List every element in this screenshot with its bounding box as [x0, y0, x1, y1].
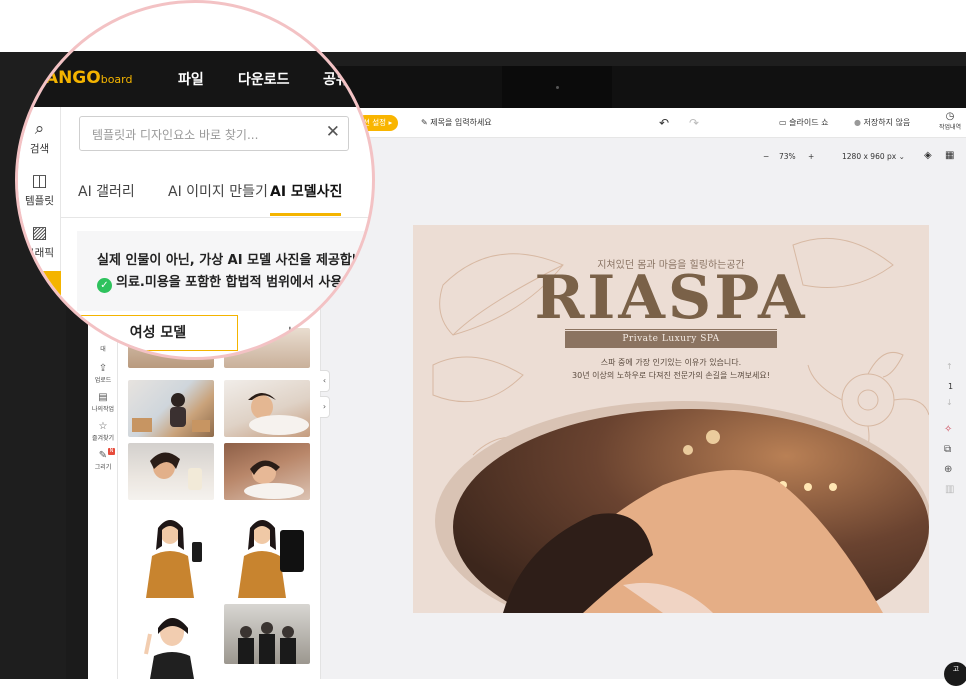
panel-tabs: AI 갤러리 AI 이미지 만들기 AI 모델사진 — [61, 161, 372, 218]
history-button[interactable]: ◷ 작업내역 — [939, 112, 961, 138]
design-canvas[interactable]: 지쳐있던 몸과 마음을 힐링하는공간 RIASPA Private Luxury… — [413, 225, 929, 613]
tab-ai-image[interactable]: AI 이미지 만들기 — [168, 181, 268, 201]
model-photo-thumbnail[interactable] — [128, 443, 214, 500]
model-photo-thumbnail[interactable] — [224, 443, 310, 500]
panel-expand-handle[interactable]: › — [320, 396, 330, 418]
model-photo-thumbnail[interactable] — [128, 380, 214, 437]
magic-wand-icon[interactable]: ✧ — [944, 424, 952, 435]
new-badge: N — [108, 448, 115, 455]
chevron-right-icon: › — [322, 402, 327, 411]
star-icon: ☆ — [98, 421, 108, 432]
person-silhouette — [132, 393, 210, 432]
redo-button[interactable]: ↷ — [689, 108, 699, 138]
magnified-view: MANGOboard 파일 다운로드 공유 ⌕ 검색 ◫ 템플릿 ▨ 그래픽 템… — [18, 3, 375, 357]
person-silhouette — [150, 452, 202, 490]
person-silhouette — [238, 520, 304, 598]
close-icon[interactable]: ✕ — [326, 122, 340, 142]
page-down-button[interactable]: ↓ — [946, 398, 953, 407]
sidebar-item-my-work[interactable]: ▤ 나의작업 — [88, 392, 118, 413]
sidebar-item-active[interactable] — [18, 271, 61, 311]
pencil-icon: ✎ — [421, 118, 428, 127]
upload-icon: ⇪ — [98, 363, 108, 374]
zoom-level[interactable]: 73% — [779, 152, 796, 161]
person-silhouette — [248, 393, 309, 435]
notice-box: 실제 인물이 아닌, 가상 AI 모델 사진을 제공합니다 ✓ 의료.미용을 포함… — [77, 231, 375, 311]
tab-ai-gallery[interactable]: AI 갤러리 — [78, 181, 135, 201]
title-input[interactable]: ✎ 제목을 입력하세요 — [421, 108, 492, 138]
graphic-icon: ▨ — [31, 223, 48, 243]
sidebar-item-draw[interactable]: ✎ 그리기 N — [88, 448, 118, 471]
my-work-icon: ▤ — [98, 392, 108, 403]
model-photo-thumbnail[interactable] — [128, 604, 214, 679]
menu-share[interactable]: 공유 — [323, 69, 349, 89]
main-sidebar: ⌕ 검색 ◫ 템플릿 ▨ 그래픽 — [18, 107, 61, 357]
grid-icon[interactable]: ▦ — [945, 150, 954, 161]
duplicate-page-icon[interactable]: ⧉ — [944, 444, 951, 455]
person-silhouette — [144, 618, 194, 679]
page-up-button[interactable]: ↑ — [946, 362, 953, 371]
sidebar-item-upload[interactable]: ⇪ 업로드 — [88, 363, 118, 384]
model-photo-thumbnail[interactable] — [224, 604, 310, 664]
notice-line-2: ✓ 의료.미용을 포함한 합법적 범위에서 사용 가 — [97, 271, 359, 293]
magnifier-overlay: MANGOboard 파일 다운로드 공유 ⌕ 검색 ◫ 템플릿 ▨ 그래픽 템… — [15, 0, 375, 360]
chevron-left-icon: ‹ — [322, 376, 327, 385]
search-input[interactable]: 템플릿과 디자인요소 바로 찾기... ✕ — [79, 116, 349, 151]
female-model-button[interactable]: 여성 모델 — [78, 315, 238, 351]
sidebar-item-templates[interactable]: ◫ 템플릿 — [18, 171, 61, 208]
add-page-icon[interactable]: ⊕ — [944, 464, 952, 475]
redo-icon: ↷ — [689, 116, 700, 130]
model-photo-thumbnail[interactable] — [224, 380, 310, 437]
undo-icon: ↶ — [659, 116, 670, 130]
search-icon: ⌕ — [34, 119, 45, 139]
person-silhouette — [244, 460, 304, 499]
app-logo[interactable]: MANGOboard — [28, 68, 132, 88]
editor-toolbar: 션 설정 ▸ ✎ 제목을 입력하세요 ↶ ↷ ▭ 슬라이드 쇼 ● 저장하지 않… — [321, 108, 966, 138]
clock-icon: ◷ — [945, 111, 955, 122]
panel-collapse-handle[interactable]: ‹ — [320, 370, 330, 392]
tab-ai-model[interactable]: AI 모델사진 — [270, 181, 342, 201]
sidebar-item-graphics[interactable]: ▨ 그래픽 — [18, 223, 61, 260]
chevron-down-icon: ⌄ — [898, 152, 905, 161]
info-icon: ● — [854, 118, 861, 127]
search-placeholder: 템플릿과 디자인요소 바로 찾기... — [92, 128, 259, 142]
menu-download[interactable]: 다운로드 — [238, 69, 290, 89]
menu-file[interactable]: 파일 — [178, 69, 204, 89]
help-button[interactable]: 고 — [944, 662, 966, 686]
model-photo-thumbnail[interactable] — [128, 510, 214, 598]
undo-button[interactable]: ↶ — [659, 108, 669, 138]
zoom-bar: − 73% + 1280 x 960 px ⌄ ◈ ▦ — [321, 138, 966, 168]
person-silhouette — [146, 520, 202, 598]
template-icon: ◫ — [31, 171, 48, 191]
spa-photo — [435, 401, 929, 613]
active-tab-indicator — [270, 213, 341, 216]
app-header: MANGOboard 파일 다운로드 공유 — [18, 51, 372, 107]
sidebar-item-search[interactable]: ⌕ 검색 — [18, 119, 61, 156]
check-icon: ✓ — [97, 278, 112, 293]
slideshow-button[interactable]: ▭ 슬라이드 쇼 — [779, 108, 828, 138]
camera-dot — [556, 86, 559, 89]
notice-line-1: 실제 인물이 아닌, 가상 AI 모델 사진을 제공합니다 — [97, 253, 375, 268]
layers-icon[interactable]: ◈ — [924, 150, 932, 161]
model-photo-thumbnail[interactable] — [224, 510, 310, 598]
zoom-out-button[interactable]: − — [763, 152, 769, 161]
page-number: 1 — [948, 382, 954, 391]
trash-icon[interactable]: ▥ — [945, 484, 954, 495]
male-model-button[interactable]: 남성 — [288, 323, 314, 343]
monitor-icon: ▭ — [779, 118, 787, 127]
save-status: ● 저장하지 않음 — [854, 118, 911, 127]
group-silhouette — [238, 622, 296, 664]
canvas-size-select[interactable]: 1280 x 960 px ⌄ — [842, 152, 905, 161]
zoom-in-button[interactable]: + — [808, 152, 814, 161]
sidebar-item-favorites[interactable]: ☆ 즐겨찾기 — [88, 421, 118, 442]
